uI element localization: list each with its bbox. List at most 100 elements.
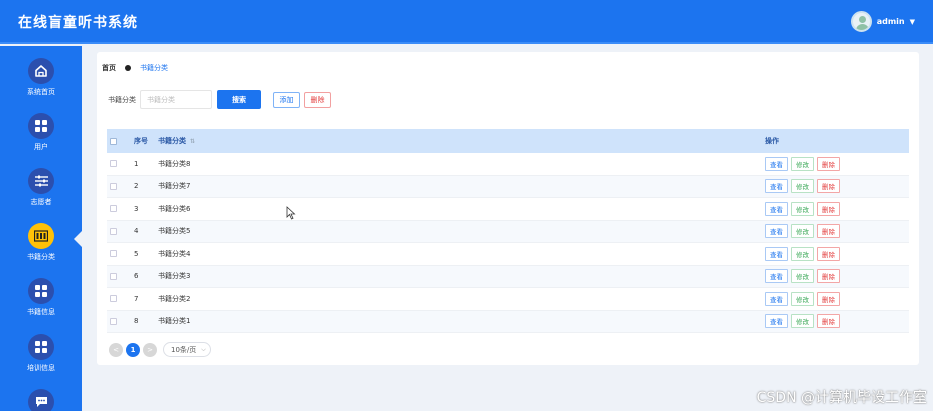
row-index: 2: [134, 182, 139, 191]
grid-icon: [28, 278, 54, 304]
row-category: 书籍分类6: [158, 204, 191, 213]
row-category: 书籍分类5: [158, 227, 191, 236]
view-button[interactable]: 查看: [765, 314, 788, 329]
watermark: CSDN @计算机毕设工作室: [756, 390, 927, 406]
row-index: 1: [134, 159, 139, 168]
avatar[interactable]: [850, 11, 872, 32]
sidebar-item-book-category[interactable]: 书籍分类: [0, 223, 82, 273]
top-bar: 在线盲童听书系统 admin ▼: [0, 0, 933, 44]
delete-button[interactable]: 删除: [817, 179, 840, 194]
row-checkbox[interactable]: [110, 250, 117, 258]
view-button[interactable]: 查看: [765, 224, 788, 239]
table-header: 序号 书籍分类 ⇅ 操作: [107, 129, 909, 153]
sidebar-item-label: 书籍信息: [27, 308, 55, 316]
edit-button[interactable]: 修改: [791, 156, 814, 171]
edit-button[interactable]: 修改: [791, 314, 814, 329]
row-category: 书籍分类3: [158, 272, 191, 281]
row-checkbox[interactable]: [110, 182, 117, 190]
edit-button[interactable]: 修改: [791, 224, 814, 239]
sidebar-item-messages[interactable]: [0, 389, 82, 411]
edit-button[interactable]: 修改: [791, 201, 814, 216]
next-page-button[interactable]: >: [143, 342, 157, 357]
sidebar-item-label: 志愿者: [30, 198, 52, 206]
sidebar-item-label: 系统首页: [27, 88, 55, 96]
username[interactable]: admin: [877, 17, 905, 26]
search-input[interactable]: [140, 90, 212, 109]
chevron-down-icon[interactable]: ▼: [910, 18, 915, 26]
breadcrumb-current: 书籍分类: [140, 64, 168, 72]
row-index: 8: [134, 317, 139, 326]
batch-delete-button[interactable]: 删除: [304, 91, 331, 108]
view-button[interactable]: 查看: [765, 269, 788, 284]
chevron-down-icon: ⌵: [201, 345, 206, 353]
column-header-index: 序号: [134, 137, 148, 145]
user-menu[interactable]: admin ▼: [850, 11, 915, 32]
view-button[interactable]: 查看: [765, 156, 788, 171]
edit-button[interactable]: 修改: [791, 291, 814, 306]
page-size-select[interactable]: 10条/页 ⌵: [163, 342, 211, 357]
row-index: 5: [134, 249, 139, 258]
select-all-checkbox[interactable]: [110, 137, 117, 145]
sort-icon[interactable]: ⇅: [190, 138, 195, 145]
table-row: 4 书籍分类5 查看 修改 删除: [107, 220, 909, 243]
edit-button[interactable]: 修改: [791, 246, 814, 261]
row-checkbox[interactable]: [110, 317, 117, 325]
delete-button[interactable]: 删除: [817, 224, 840, 239]
row-category: 书籍分类2: [158, 294, 191, 303]
sidebar-item-label: 用户: [34, 143, 48, 151]
row-checkbox[interactable]: [110, 227, 117, 235]
search-bar: 书籍分类 搜索 添加 删除: [108, 90, 331, 109]
delete-button[interactable]: 删除: [817, 291, 840, 306]
row-checkbox[interactable]: [110, 295, 117, 303]
table-row: 7 书籍分类2 查看 修改 删除: [107, 288, 909, 311]
sidebar-item-home[interactable]: 系统首页: [0, 58, 82, 108]
view-button[interactable]: 查看: [765, 179, 788, 194]
row-category: 书籍分类8: [158, 159, 191, 168]
search-label: 书籍分类: [108, 95, 136, 104]
row-checkbox[interactable]: [110, 272, 117, 280]
table-row: 8 书籍分类1 查看 修改 删除: [107, 310, 909, 333]
sliders-icon: [28, 168, 54, 194]
sidebar-item-volunteers[interactable]: 志愿者: [0, 168, 82, 218]
book-icon: [28, 223, 54, 249]
delete-button[interactable]: 删除: [817, 246, 840, 261]
page-number[interactable]: 1: [126, 342, 140, 357]
pagination: < 1 > 10条/页 ⌵: [109, 342, 211, 357]
edit-button[interactable]: 修改: [791, 179, 814, 194]
view-button[interactable]: 查看: [765, 246, 788, 261]
search-button[interactable]: 搜索: [217, 90, 261, 109]
table-row: 5 书籍分类4 查看 修改 删除: [107, 243, 909, 266]
delete-button[interactable]: 删除: [817, 201, 840, 216]
prev-page-button[interactable]: <: [109, 342, 123, 357]
row-category: 书籍分类1: [158, 317, 191, 326]
edit-button[interactable]: 修改: [791, 269, 814, 284]
table-row: 6 书籍分类3 查看 修改 删除: [107, 265, 909, 288]
home-icon: [28, 58, 54, 84]
row-index: 3: [134, 204, 139, 213]
row-checkbox[interactable]: [110, 160, 117, 168]
row-checkbox[interactable]: [110, 205, 117, 213]
row-category: 书籍分类7: [158, 182, 191, 191]
sidebar-item-training[interactable]: 培训信息: [0, 334, 82, 384]
row-category: 书籍分类4: [158, 249, 191, 258]
breadcrumb: 首页 书籍分类: [102, 63, 168, 73]
row-index: 6: [134, 272, 139, 281]
delete-button[interactable]: 删除: [817, 314, 840, 329]
sidebar-item-label: 书籍分类: [27, 253, 55, 261]
app-title: 在线盲童听书系统: [18, 15, 138, 31]
view-button[interactable]: 查看: [765, 291, 788, 306]
sidebar-item-book-info[interactable]: 书籍信息: [0, 278, 82, 328]
view-button[interactable]: 查看: [765, 201, 788, 216]
active-indicator: [74, 231, 82, 247]
table-row: 3 书籍分类6 查看 修改 删除: [107, 198, 909, 221]
grid-icon: [28, 113, 54, 139]
delete-button[interactable]: 删除: [817, 156, 840, 171]
breadcrumb-separator: [125, 65, 131, 71]
add-button[interactable]: 添加: [273, 91, 300, 108]
category-table: 序号 书籍分类 ⇅ 操作 1 书籍分类8 查看 修改 删除 2 书籍分类7 查看 修改 删除 3 书籍分…: [107, 129, 909, 333]
column-header-category[interactable]: 书籍分类 ⇅: [158, 129, 195, 153]
table-body: 1 书籍分类8 查看 修改 删除 2 书籍分类7 查看 修改 删除 3 书籍分类6 查看 修改 删除 4 书籍分…: [107, 153, 909, 333]
sidebar-item-users[interactable]: 用户: [0, 113, 82, 163]
delete-button[interactable]: 删除: [817, 269, 840, 284]
breadcrumb-home[interactable]: 首页: [102, 63, 116, 73]
